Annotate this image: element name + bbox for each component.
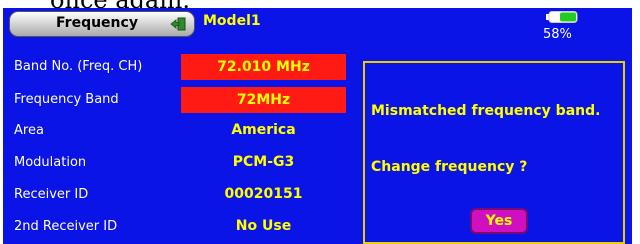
frequency-band-value[interactable]: 72MHz: [181, 87, 346, 113]
area-label: Area: [14, 123, 44, 138]
receiver-id-value[interactable]: 00020151: [181, 186, 346, 202]
dialog-prompt: Change frequency ?: [371, 159, 528, 175]
frequency-title-tab[interactable]: Frequency: [9, 11, 195, 37]
band-no-value[interactable]: 72.010 MHz: [181, 54, 346, 80]
transmitter-screen: Frequency Model1 58% Band No. (Freq. CH)…: [3, 8, 632, 244]
frequency-band-label: Frequency Band: [14, 92, 119, 107]
model-name: Model1: [203, 13, 261, 29]
area-value[interactable]: America: [181, 122, 346, 138]
modulation-value[interactable]: PCM-G3: [181, 154, 346, 170]
dialog-message: Mismatched frequency band.: [371, 103, 601, 119]
page-title: Frequency: [56, 15, 138, 31]
exit-door-icon[interactable]: [170, 17, 186, 31]
receiver-id-label: Receiver ID: [14, 187, 89, 202]
battery-percent: 58%: [543, 27, 572, 42]
second-receiver-id-value[interactable]: No Use: [181, 218, 346, 234]
modulation-label: Modulation: [14, 155, 87, 170]
band-no-label: Band No. (Freq. CH): [14, 59, 143, 74]
second-receiver-id-label: 2nd Receiver ID: [14, 219, 118, 234]
battery-icon: [546, 11, 578, 23]
mismatch-dialog: Mismatched frequency band. Change freque…: [363, 61, 625, 244]
yes-button[interactable]: Yes: [470, 208, 528, 234]
